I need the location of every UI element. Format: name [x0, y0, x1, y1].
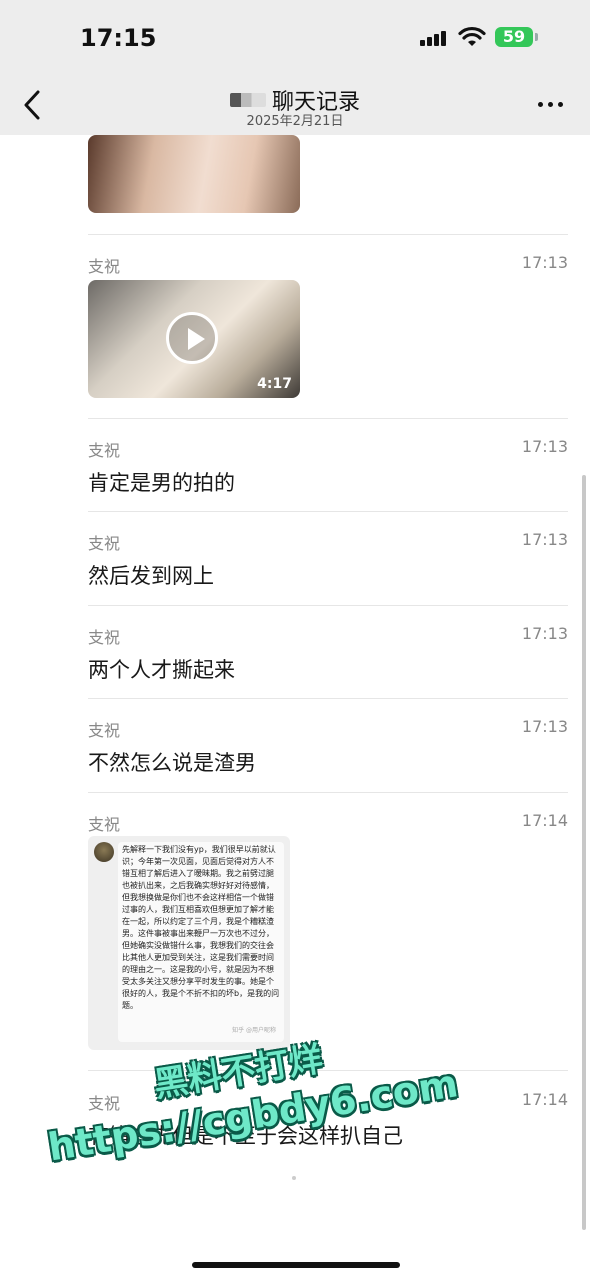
status-bar: 17:15 59 — [0, 0, 590, 78]
list-item: 支祝 17:13 — [88, 253, 568, 283]
list-item[interactable]: 支祝 17:13 两个人才撕起来 — [88, 624, 568, 684]
screenshot-footer: 知乎 @用户昵称 — [232, 1027, 276, 1034]
sender-name: 支祝 — [88, 628, 121, 647]
more-dots-icon[interactable] — [536, 94, 566, 114]
play-icon[interactable] — [166, 312, 218, 364]
end-of-list-dot — [292, 1176, 296, 1180]
sender-name: 支祝 — [88, 815, 121, 834]
sender-name: 支祝 — [88, 534, 121, 553]
list-item[interactable]: 支祝 17:13 不然怎么说是渣男 — [88, 717, 568, 777]
sender-name: 支祝 — [88, 721, 121, 740]
divider — [88, 511, 568, 512]
message-time: 17:13 — [521, 530, 568, 549]
avatar — [94, 842, 114, 862]
scrollbar[interactable] — [582, 475, 586, 1230]
cellular-signal-icon — [420, 30, 450, 46]
chat-video-thumbnail[interactable]: 4:17 — [88, 280, 300, 398]
divider — [88, 234, 568, 235]
sender-name: 支祝 — [88, 257, 121, 276]
divider — [88, 698, 568, 699]
battery-cap — [535, 33, 538, 41]
sender-name: 支祝 — [88, 1094, 121, 1113]
screenshot-text: 先解释一下我们没有yp，我们很早以前就认识；今年第一次见面，见面后觉得对方人不错… — [122, 845, 280, 1010]
divider — [88, 792, 568, 793]
message-time: 17:14 — [521, 811, 568, 830]
message-time: 17:13 — [521, 717, 568, 736]
battery-icon: 59 — [495, 27, 533, 47]
list-item[interactable]: 支祝 17:13 然后发到网上 — [88, 530, 568, 590]
chat-image-thumbnail[interactable] — [88, 135, 300, 213]
message-time: 17:13 — [521, 437, 568, 456]
status-time: 17:15 — [80, 24, 157, 52]
message-text: 两个人才撕起来 — [88, 658, 235, 682]
screenshot-body: 先解释一下我们没有yp，我们很早以前就认识；今年第一次见面，见面后觉得对方人不错… — [118, 842, 284, 1042]
message-text: 然后发到网上 — [88, 564, 214, 588]
redacted-name-blur — [229, 93, 266, 107]
wifi-icon — [458, 26, 486, 46]
divider — [88, 605, 568, 606]
home-indicator[interactable] — [192, 1262, 400, 1268]
video-duration: 4:17 — [257, 376, 292, 392]
page-subtitle-date: 2025年2月21日 — [246, 114, 344, 129]
divider — [88, 418, 568, 419]
sender-name: 支祝 — [88, 441, 121, 460]
message-text: 肯定是男的拍的 — [88, 471, 235, 495]
message-text: 不然怎么说是渣男 — [88, 751, 256, 775]
list-item: 支祝 17:14 — [88, 811, 568, 835]
nav-bar: 聊天记录 2025年2月21日 — [0, 78, 590, 135]
list-item[interactable]: 支祝 17:13 肯定是男的拍的 — [88, 437, 568, 497]
chat-screenshot-image[interactable]: 先解释一下我们没有yp，我们很早以前就认识；今年第一次见面，见面后觉得对方人不错… — [88, 836, 290, 1050]
message-time: 17:13 — [521, 624, 568, 643]
message-time: 17:14 — [521, 1090, 568, 1109]
message-time: 17:13 — [521, 253, 568, 272]
